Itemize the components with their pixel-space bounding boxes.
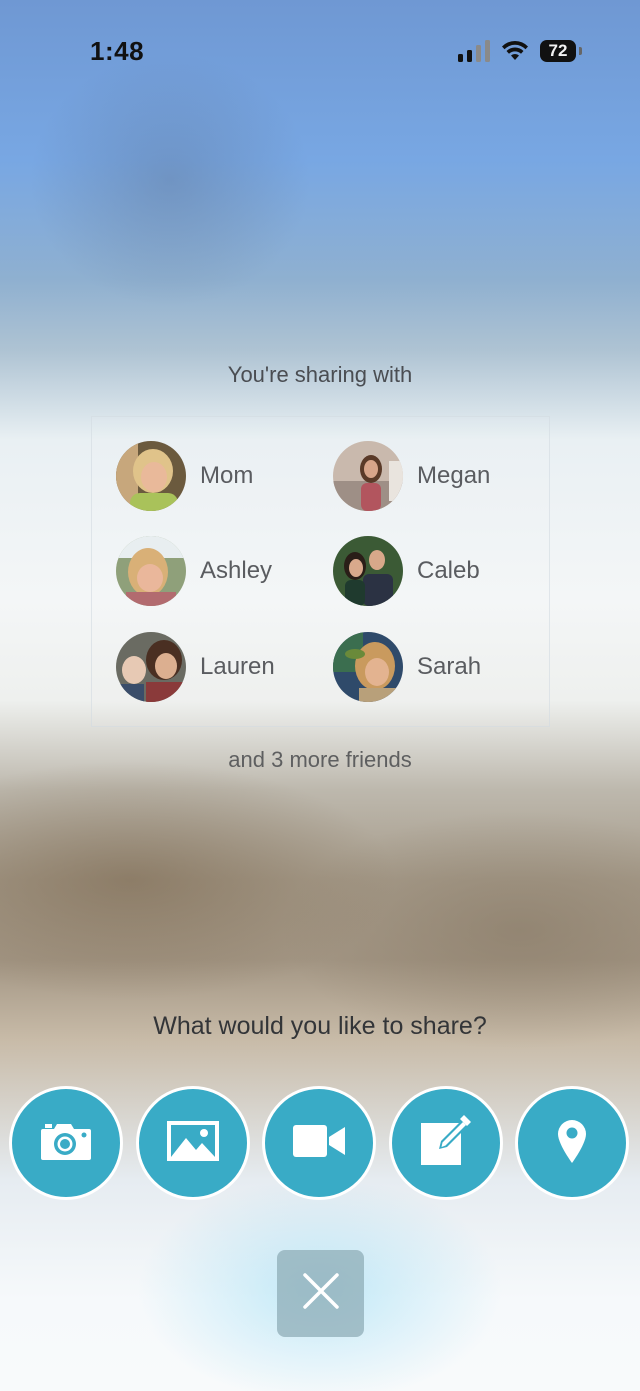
location-pin-icon [556, 1118, 588, 1169]
avatar [116, 536, 186, 606]
video-icon [292, 1123, 346, 1164]
note-icon [419, 1114, 473, 1172]
photo-icon [166, 1120, 220, 1167]
avatar [333, 632, 403, 702]
wifi-icon [500, 38, 530, 62]
friend-item-ashley[interactable]: Ashley [116, 536, 272, 606]
share-location-button[interactable] [515, 1086, 629, 1200]
share-gallery-button[interactable] [136, 1086, 250, 1200]
friend-item-lauren[interactable]: Lauren [116, 632, 275, 702]
friend-name: Mom [200, 462, 254, 489]
battery-icon: 72 [540, 40, 576, 62]
battery-tip [579, 47, 582, 55]
friend-name: Megan [417, 462, 491, 489]
friends-panel: Mom Megan Ashley Caleb Lauren Sarah [91, 416, 550, 727]
friend-item-mom[interactable]: Mom [116, 441, 253, 511]
share-photo-camera-button[interactable] [9, 1086, 123, 1200]
friend-name: Sarah [417, 653, 482, 680]
friend-item-megan[interactable]: Megan [333, 441, 490, 511]
avatar [333, 441, 403, 511]
close-icon [302, 1272, 340, 1315]
share-note-button[interactable] [389, 1086, 503, 1200]
avatar [116, 441, 186, 511]
sharing-title: You're sharing with [227, 362, 413, 387]
friend-item-sarah[interactable]: Sarah [333, 632, 481, 702]
share-video-button[interactable] [262, 1086, 376, 1200]
more-friends-link[interactable]: and 3 more friends [0, 747, 640, 773]
friend-name: Ashley [200, 557, 273, 584]
close-button[interactable] [277, 1250, 364, 1337]
status-bar: 1:48 72 [0, 0, 640, 100]
avatar [333, 536, 403, 606]
friend-item-caleb[interactable]: Caleb [333, 536, 480, 606]
friend-name: Lauren [200, 653, 275, 680]
signal-icon [458, 40, 492, 62]
avatar [116, 632, 186, 702]
battery-level: 72 [548, 41, 568, 60]
share-question: What would you like to share? [153, 1012, 487, 1040]
status-time: 1:48 [90, 36, 145, 66]
camera-icon [39, 1121, 93, 1166]
friend-name: Caleb [417, 557, 480, 584]
